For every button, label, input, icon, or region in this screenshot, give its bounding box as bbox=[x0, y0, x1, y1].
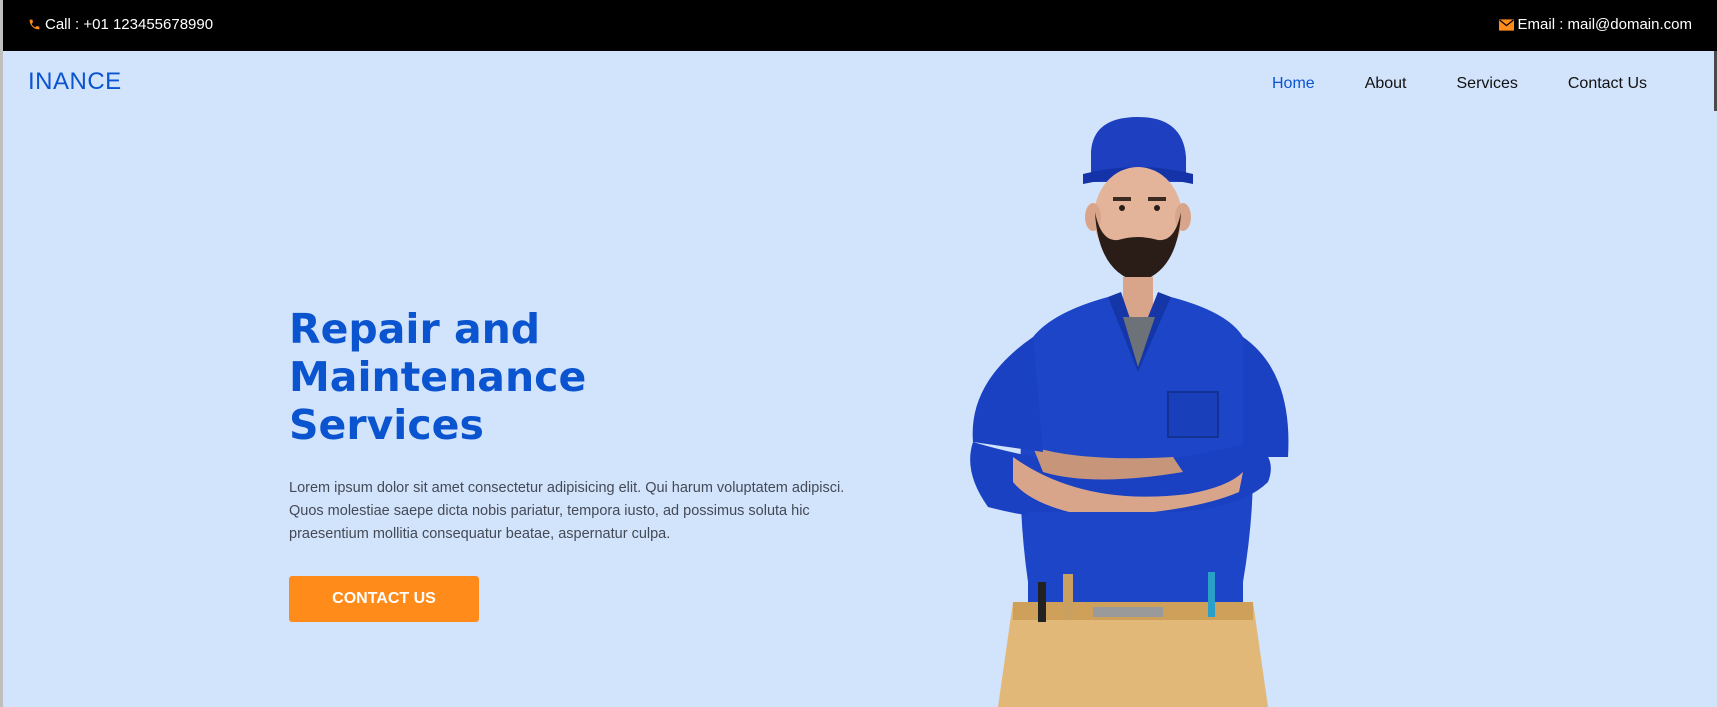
nav-link-home[interactable]: Home bbox=[1247, 75, 1340, 93]
hero-title-line: Services bbox=[289, 401, 484, 449]
top-contact-bar: Call : +01 123455678990 Email : mail@dom… bbox=[3, 0, 1717, 51]
hero-description: Lorem ipsum dolor sit amet consectetur a… bbox=[289, 480, 845, 542]
main-header: INANCE Home About Services Contact Us bbox=[3, 51, 1717, 119]
nav-link-contact-us[interactable]: Contact Us bbox=[1543, 75, 1672, 93]
contact-call[interactable]: Call : +01 123455678990 bbox=[28, 16, 213, 33]
contact-us-button[interactable]: CONTACT US bbox=[289, 576, 479, 622]
brand-logo[interactable]: INANCE bbox=[28, 68, 122, 96]
email-text: Email : mail@domain.com bbox=[1517, 16, 1692, 33]
hero-title-line: Maintenance bbox=[289, 353, 587, 401]
envelope-icon bbox=[1498, 18, 1514, 31]
hero-title-line: Repair and bbox=[289, 305, 541, 353]
main-nav: Home About Services Contact Us bbox=[1247, 75, 1672, 93]
hero-title: Repair and Maintenance Services bbox=[289, 305, 709, 449]
phone-icon bbox=[28, 18, 41, 31]
contact-email[interactable]: Email : mail@domain.com bbox=[1498, 16, 1692, 33]
nav-link-about[interactable]: About bbox=[1340, 75, 1432, 93]
repairman-image bbox=[970, 117, 1289, 707]
page-frame: Call : +01 123455678990 Email : mail@dom… bbox=[0, 0, 1717, 707]
nav-link-services[interactable]: Services bbox=[1432, 75, 1543, 93]
call-text: Call : +01 123455678990 bbox=[45, 16, 214, 33]
